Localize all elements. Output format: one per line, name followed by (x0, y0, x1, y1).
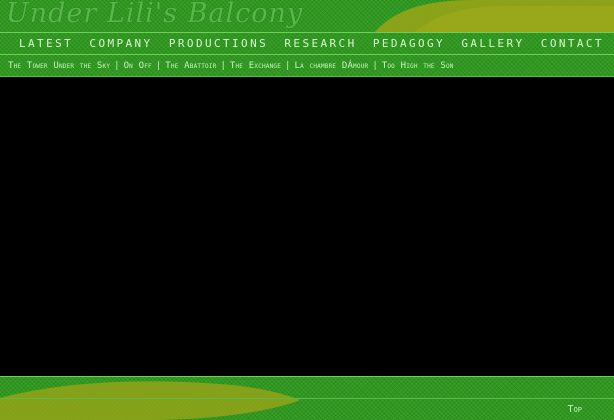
subnav-too-high-the-son[interactable]: Too High the Son (382, 61, 454, 71)
subnav-the-abattoir[interactable]: The Abattoir (165, 61, 216, 71)
site-title[interactable]: Under Lili's Balcony (6, 0, 303, 32)
nav-gallery[interactable]: GALLERY (461, 37, 524, 50)
nav-contact[interactable]: CONTACT (541, 37, 604, 50)
site-footer: Top (0, 376, 614, 420)
subnav-separator: | (155, 60, 162, 71)
header-decoration (374, 0, 614, 33)
subnav-la-chambre-damour[interactable]: La chambre DÁmour (294, 61, 368, 71)
nav-research[interactable]: RESEARCH (284, 37, 356, 50)
nav-productions[interactable]: PRODUCTIONS (169, 37, 268, 50)
productions-subnav: The Tower Under the Sky | On Off | The A… (0, 55, 614, 76)
subnav-on-off[interactable]: On Off (124, 61, 152, 71)
subnav-separator: | (372, 60, 378, 71)
subnav-separator: | (114, 60, 120, 71)
subnav-the-exchange[interactable]: The Exchange (230, 61, 281, 71)
main-nav: LATEST COMPANY PRODUCTIONS RESEARCH PEDA… (0, 33, 614, 54)
page: Under Lili's Balcony LATEST COMPANY PROD… (0, 0, 614, 420)
nav-company[interactable]: COMPANY (89, 37, 152, 50)
back-to-top-link[interactable]: Top (568, 404, 582, 415)
divider (0, 376, 614, 377)
divider (0, 398, 614, 399)
nav-pedagogy[interactable]: PEDAGOGY (373, 37, 445, 50)
subnav-separator: | (285, 60, 291, 71)
site-header: Under Lili's Balcony LATEST COMPANY PROD… (0, 0, 614, 77)
nav-latest[interactable]: LATEST (19, 37, 73, 50)
content-area (0, 77, 614, 376)
subnav-the-tower-under-the-sky[interactable]: The Tower Under the Sky (8, 61, 110, 71)
subnav-separator: | (220, 60, 226, 71)
